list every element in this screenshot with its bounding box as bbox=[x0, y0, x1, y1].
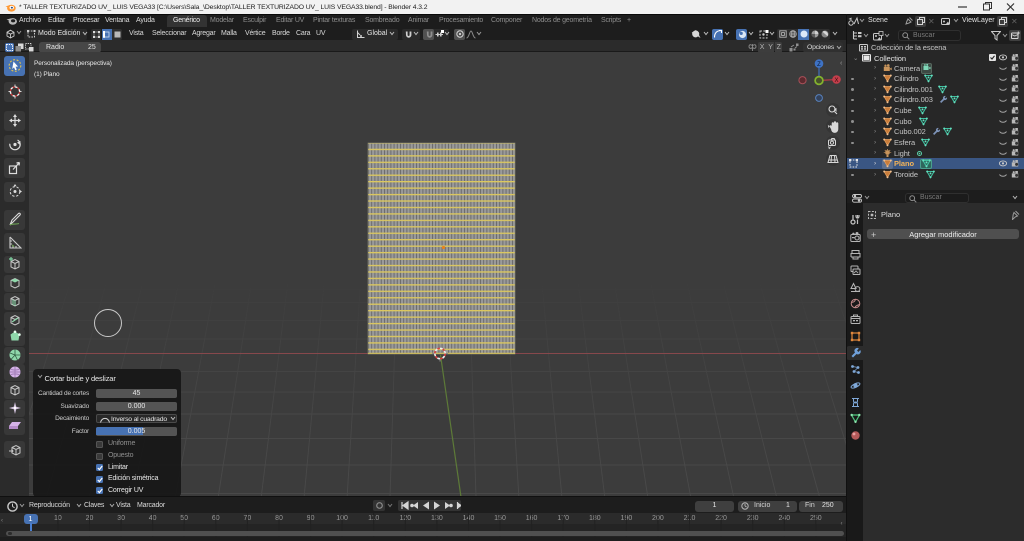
svg-text:Z: Z bbox=[817, 62, 821, 68]
svg-text:X: X bbox=[834, 78, 838, 84]
